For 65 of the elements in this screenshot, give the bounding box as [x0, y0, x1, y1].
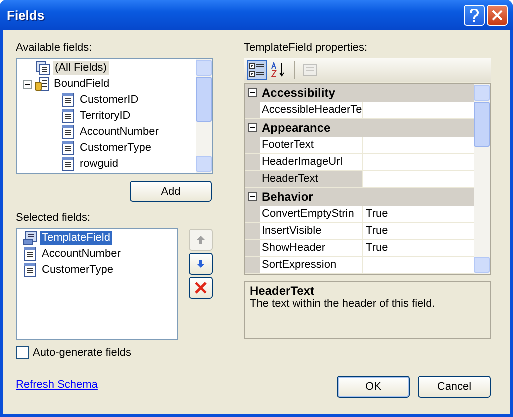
property-value[interactable]: True: [363, 206, 474, 222]
field-icon: [61, 125, 75, 139]
field-icon: [61, 141, 75, 155]
category-header: Appearance: [262, 120, 331, 134]
sort-alphabetical-icon: [271, 62, 287, 78]
description-title: HeaderText: [250, 284, 316, 298]
delete-icon: [194, 281, 208, 295]
property-name[interactable]: AccessibleHeaderTe: [260, 102, 363, 118]
field-group-icon: [35, 77, 49, 91]
collapse-icon[interactable]: [248, 88, 257, 97]
template-field-icon: [23, 231, 37, 245]
window-title: Fields: [7, 8, 46, 22]
property-name[interactable]: FooterText: [260, 137, 363, 153]
checkbox[interactable]: [16, 346, 29, 359]
scrollbar[interactable]: [196, 59, 212, 173]
add-button[interactable]: Add: [130, 181, 212, 202]
category-header: Accessibility: [262, 86, 336, 100]
selected-fields-label: Selected fields:: [16, 211, 92, 226]
field-icon: [61, 157, 75, 171]
properties-label: TemplateField properties:: [244, 41, 369, 56]
help-icon: [469, 8, 480, 22]
list-item[interactable]: rowguid: [78, 157, 121, 171]
list-item[interactable]: AccountNumber: [78, 125, 161, 139]
ok-button[interactable]: OK: [337, 376, 410, 398]
categorized-icon: [249, 62, 265, 78]
help-button[interactable]: [464, 4, 485, 26]
refresh-schema-link[interactable]: Refresh Schema: [16, 378, 213, 392]
property-value[interactable]: True: [363, 240, 474, 256]
list-item[interactable]: TemplateField: [40, 231, 112, 245]
collapse-icon[interactable]: [248, 123, 257, 132]
list-item[interactable]: AccountNumber: [40, 247, 123, 261]
property-name[interactable]: InsertVisible: [260, 223, 363, 239]
field-icon: [61, 93, 75, 107]
property-pages-icon: [302, 62, 318, 78]
list-item[interactable]: TerritoryID: [78, 109, 133, 123]
close-button[interactable]: [487, 4, 508, 26]
property-value[interactable]: True: [363, 223, 474, 239]
list-item[interactable]: (All Fields): [53, 61, 109, 75]
up-arrow-icon: [196, 235, 206, 245]
collapse-icon[interactable]: [248, 192, 257, 201]
move-down-button[interactable]: [189, 253, 213, 275]
down-arrow-icon: [196, 259, 206, 269]
auto-generate-label[interactable]: Auto-generate fields: [33, 346, 132, 358]
list-item[interactable]: CustomerType: [40, 263, 116, 277]
category-header: Behavior: [262, 190, 314, 204]
property-name[interactable]: SortExpression: [260, 257, 363, 273]
property-name[interactable]: ConvertEmptyStrin: [260, 206, 363, 222]
list-item[interactable]: CustomerType: [78, 141, 154, 155]
field-icon: [23, 247, 37, 261]
list-item[interactable]: CustomerID: [78, 93, 141, 107]
collapse-icon[interactable]: [23, 80, 32, 88]
field-icon: [61, 109, 75, 123]
property-name[interactable]: HeaderText: [260, 171, 363, 187]
scrollbar[interactable]: [474, 84, 490, 274]
toolbar-button[interactable]: [247, 60, 267, 80]
close-icon: [492, 10, 503, 20]
field-icon: [23, 263, 37, 277]
list-item[interactable]: BoundField: [52, 77, 112, 91]
cancel-button[interactable]: Cancel: [418, 376, 491, 398]
fields-icon: [36, 61, 50, 75]
property-name[interactable]: HeaderImageUrl: [260, 154, 363, 170]
available-fields-label: Available fields:: [16, 41, 94, 56]
delete-button[interactable]: [189, 277, 213, 299]
description-text: The text within the header of this field.: [250, 298, 436, 310]
property-name[interactable]: ShowHeader: [260, 240, 363, 256]
